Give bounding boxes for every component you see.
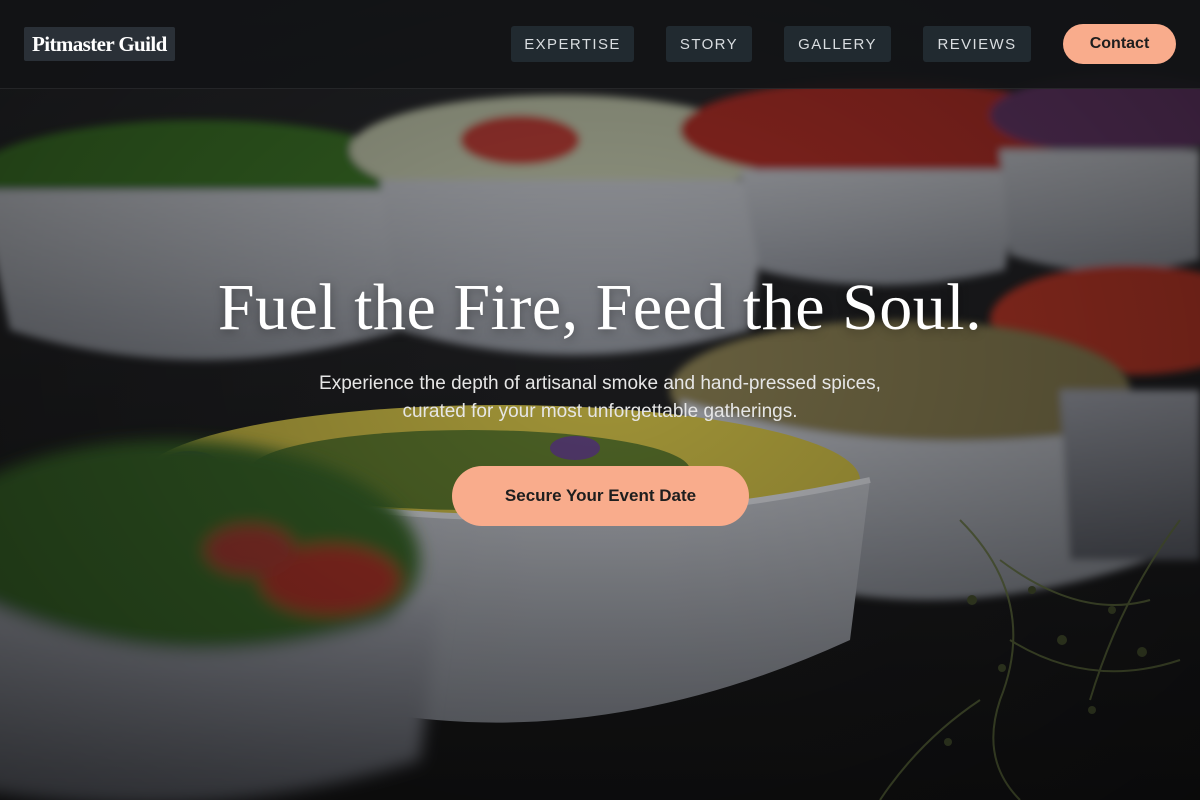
hero-subtext: Experience the depth of artisanal smoke … <box>0 370 1200 426</box>
nav-link-story[interactable]: STORY <box>666 26 752 62</box>
secure-event-date-button[interactable]: Secure Your Event Date <box>452 466 749 526</box>
contact-button[interactable]: Contact <box>1063 24 1176 64</box>
nav-link-gallery[interactable]: GALLERY <box>784 26 891 62</box>
hero-subtext-line-2: curated for your most unforgettable gath… <box>402 401 798 422</box>
brand-logo[interactable]: Pitmaster Guild <box>24 27 175 61</box>
nav-link-reviews[interactable]: REVIEWS <box>923 26 1031 62</box>
hero-subtext-line-1: Experience the depth of artisanal smoke … <box>319 373 881 394</box>
hero-headline: Fuel the Fire, Feed the Soul. <box>217 271 983 344</box>
top-navigation: Pitmaster Guild EXPERTISE STORY GALLERY … <box>0 0 1200 89</box>
nav-link-expertise[interactable]: EXPERTISE <box>511 26 634 62</box>
